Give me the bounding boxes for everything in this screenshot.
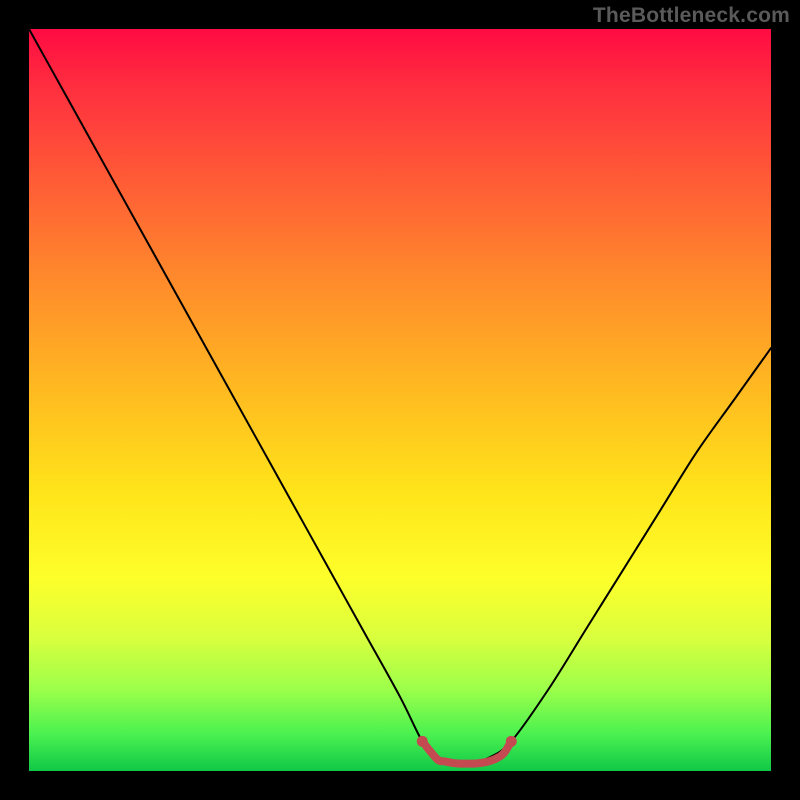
- plot-area: [29, 29, 771, 771]
- bottleneck-curve: [29, 29, 771, 763]
- watermark-text: TheBottleneck.com: [593, 4, 790, 28]
- curve-svg: [29, 29, 771, 771]
- baseline-marker-end: [506, 736, 517, 747]
- chart-frame: TheBottleneck.com: [0, 0, 800, 800]
- baseline-marker-start: [417, 736, 428, 747]
